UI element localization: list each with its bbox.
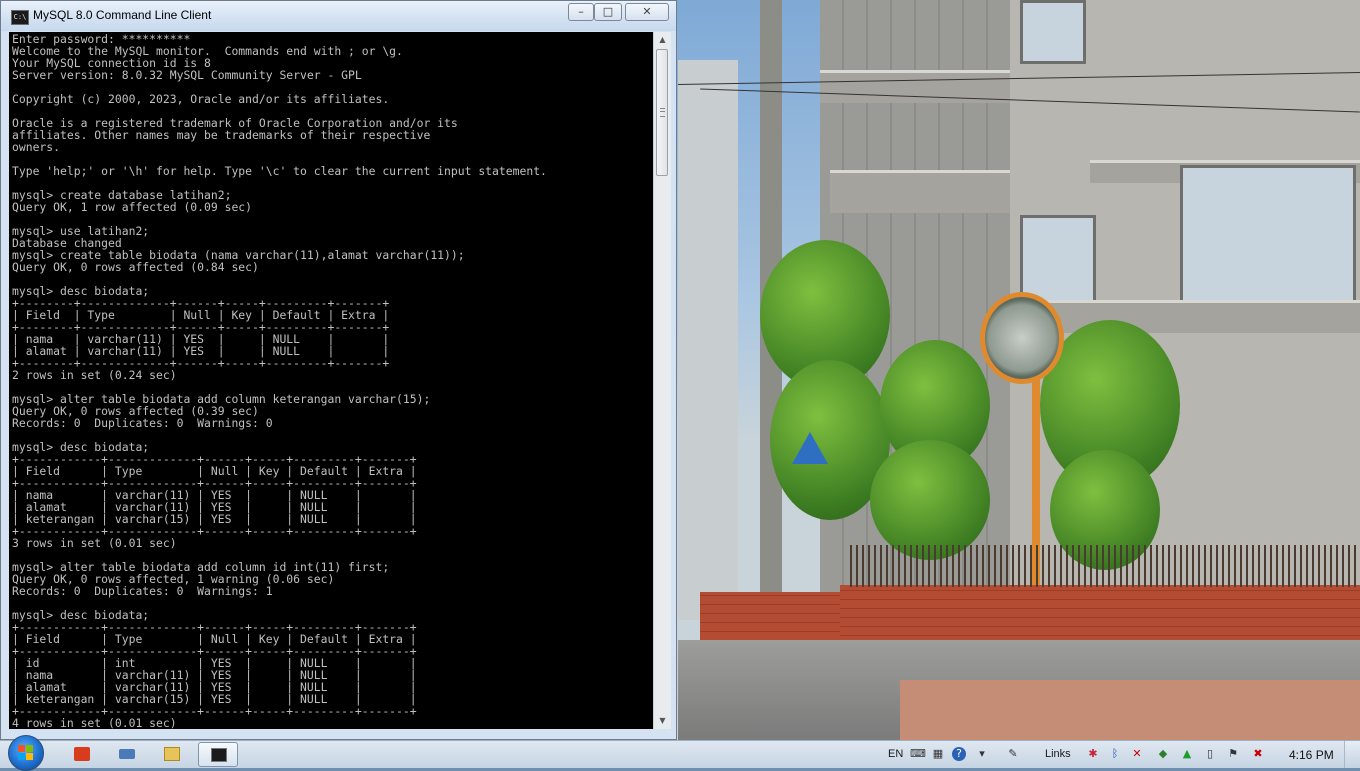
options-icon[interactable]: ▾ bbox=[975, 747, 989, 761]
help-icon[interactable]: ? bbox=[952, 747, 966, 761]
network-app-icon[interactable]: ✱ bbox=[1086, 747, 1100, 761]
scroll-up-arrow-icon[interactable]: ▲ bbox=[654, 32, 671, 48]
traffic-mirror bbox=[980, 292, 1064, 384]
file-explorer-icon bbox=[164, 747, 180, 761]
apartment-window bbox=[1020, 0, 1086, 64]
clock[interactable]: 4:16 PM bbox=[1289, 748, 1334, 762]
close-icon: ✕ bbox=[642, 5, 652, 18]
brick-wall bbox=[700, 592, 840, 640]
title-bar[interactable]: C:\ MySQL 8.0 Command Line Client – □ ✕ bbox=[1, 1, 676, 31]
show-desktop-button[interactable] bbox=[1344, 741, 1360, 768]
console-output[interactable]: Enter password: ********** Welcome to th… bbox=[9, 32, 653, 729]
mysql-console-window[interactable]: C:\ MySQL 8.0 Command Line Client – □ ✕ … bbox=[0, 0, 677, 740]
window-title: MySQL 8.0 Command Line Client bbox=[33, 8, 212, 22]
scroll-down-arrow-icon[interactable]: ▼ bbox=[654, 713, 671, 729]
taskbar-keyboard[interactable] bbox=[107, 742, 147, 767]
volume-muted-icon[interactable]: ✕ bbox=[1130, 747, 1144, 761]
crosswalk-sign bbox=[792, 432, 828, 464]
language-indicator[interactable]: EN bbox=[888, 748, 903, 760]
start-button[interactable] bbox=[8, 735, 44, 771]
security-icon[interactable]: ◆ bbox=[1156, 747, 1170, 761]
grip-icon bbox=[660, 108, 665, 117]
taskbar-file-explorer[interactable] bbox=[152, 742, 192, 767]
minimize-button[interactable]: – bbox=[568, 3, 594, 21]
apartment-window bbox=[1180, 165, 1356, 306]
taskbar-office-app[interactable] bbox=[62, 742, 102, 767]
taskbar: EN ⌨ ▦ ? ▾ ✎ Links ✱ ᛒ ✕ ◆ ▲ ▯ ⚑ ✖ 4:16 … bbox=[0, 735, 1360, 771]
console-text: Enter password: ********** Welcome to th… bbox=[12, 32, 547, 729]
bluetooth-icon[interactable]: ᛒ bbox=[1108, 747, 1122, 761]
ime-pad-icon[interactable]: ▦ bbox=[931, 747, 945, 761]
taskbar-mysql-console[interactable] bbox=[198, 742, 238, 767]
close-button[interactable]: ✕ bbox=[625, 3, 669, 21]
fence bbox=[850, 545, 1360, 587]
action-center-flag-icon[interactable]: ⚑ bbox=[1226, 747, 1240, 761]
mysql-console-icon[interactable]: C:\ bbox=[11, 10, 29, 25]
warning-icon[interactable]: ▲ bbox=[1180, 747, 1194, 761]
network-disconnected-icon[interactable]: ✖ bbox=[1251, 747, 1265, 761]
keyboard-tray-icon[interactable]: ⌨ bbox=[910, 747, 926, 761]
battery-icon[interactable]: ▯ bbox=[1203, 747, 1217, 761]
links-toolbar[interactable]: Links bbox=[1045, 748, 1071, 760]
windows-start-icon bbox=[18, 745, 34, 761]
maximize-button[interactable]: □ bbox=[594, 3, 622, 21]
office-app-icon bbox=[74, 747, 90, 761]
sidewalk bbox=[900, 680, 1360, 740]
background-building bbox=[678, 60, 738, 620]
minimize-icon: – bbox=[578, 5, 584, 18]
notes-icon[interactable]: ✎ bbox=[1006, 747, 1020, 761]
mysql-console-icon bbox=[211, 748, 227, 762]
tree bbox=[870, 440, 990, 560]
maximize-icon: □ bbox=[602, 5, 614, 18]
balcony bbox=[830, 170, 1010, 213]
vertical-scrollbar[interactable]: ▲ ▼ bbox=[653, 32, 671, 729]
keyboard-icon bbox=[119, 749, 135, 759]
scrollbar-thumb[interactable] bbox=[656, 49, 668, 176]
